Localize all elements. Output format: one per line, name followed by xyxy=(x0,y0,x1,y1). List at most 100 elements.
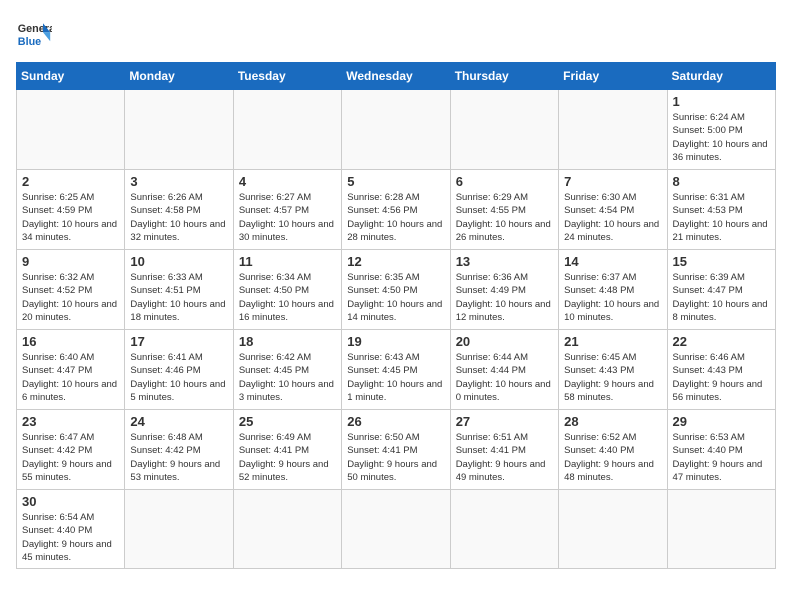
col-header-friday: Friday xyxy=(559,63,667,90)
day-number: 2 xyxy=(22,174,119,189)
day-number: 19 xyxy=(347,334,444,349)
calendar-cell: 12Sunrise: 6:35 AM Sunset: 4:50 PM Dayli… xyxy=(342,250,450,330)
day-info: Sunrise: 6:52 AM Sunset: 4:40 PM Dayligh… xyxy=(564,431,661,484)
day-number: 4 xyxy=(239,174,336,189)
day-info: Sunrise: 6:32 AM Sunset: 4:52 PM Dayligh… xyxy=(22,271,119,324)
day-number: 8 xyxy=(673,174,770,189)
calendar-week-2: 2 Sunrise: 6:25 AM Sunset: 4:59 PM Daylig… xyxy=(17,170,776,250)
calendar-cell: 2 Sunrise: 6:25 AM Sunset: 4:59 PM Daylig… xyxy=(17,170,125,250)
day-number: 6 xyxy=(456,174,553,189)
day-number: 7 xyxy=(564,174,661,189)
calendar-cell xyxy=(559,90,667,170)
day-info: Sunrise: 6:50 AM Sunset: 4:41 PM Dayligh… xyxy=(347,431,444,484)
calendar-cell: 15 Sunrise: 6:39 AM Sunset: 4:47 PM Dayli… xyxy=(667,250,775,330)
day-info: Sunrise: 6:30 AM Sunset: 4:54 PM Dayligh… xyxy=(564,191,661,244)
calendar-cell xyxy=(559,490,667,569)
calendar-week-1: 1Sunrise: 6:24 AM Sunset: 5:00 PM Daylig… xyxy=(17,90,776,170)
calendar-cell: 28 Sunrise: 6:52 AM Sunset: 4:40 PM Dayli… xyxy=(559,410,667,490)
calendar-cell: 22 Sunrise: 6:46 AM Sunset: 4:43 PM Dayli… xyxy=(667,330,775,410)
col-header-sunday: Sunday xyxy=(17,63,125,90)
day-info: Sunrise: 6:34 AM Sunset: 4:50 PM Dayligh… xyxy=(239,271,336,324)
calendar-week-5: 23 Sunrise: 6:47 AM Sunset: 4:42 PM Dayli… xyxy=(17,410,776,490)
day-info: Sunrise: 6:48 AM Sunset: 4:42 PM Dayligh… xyxy=(130,431,227,484)
day-number: 13 xyxy=(456,254,553,269)
calendar-cell: 10 Sunrise: 6:33 AM Sunset: 4:51 PM Dayli… xyxy=(125,250,233,330)
day-info: Sunrise: 6:33 AM Sunset: 4:51 PM Dayligh… xyxy=(130,271,227,324)
day-number: 16 xyxy=(22,334,119,349)
calendar-cell: 8 Sunrise: 6:31 AM Sunset: 4:53 PM Daylig… xyxy=(667,170,775,250)
calendar-week-6: 30Sunrise: 6:54 AM Sunset: 4:40 PM Dayli… xyxy=(17,490,776,569)
col-header-saturday: Saturday xyxy=(667,63,775,90)
day-number: 22 xyxy=(673,334,770,349)
col-header-thursday: Thursday xyxy=(450,63,558,90)
calendar-cell: 16 Sunrise: 6:40 AM Sunset: 4:47 PM Dayli… xyxy=(17,330,125,410)
calendar-cell xyxy=(342,490,450,569)
day-number: 21 xyxy=(564,334,661,349)
calendar-cell: 19 Sunrise: 6:43 AM Sunset: 4:45 PM Dayli… xyxy=(342,330,450,410)
calendar-cell: 20Sunrise: 6:44 AM Sunset: 4:44 PM Dayli… xyxy=(450,330,558,410)
day-info: Sunrise: 6:27 AM Sunset: 4:57 PM Dayligh… xyxy=(239,191,336,244)
day-info: Sunrise: 6:31 AM Sunset: 4:53 PM Dayligh… xyxy=(673,191,770,244)
calendar-cell xyxy=(125,90,233,170)
calendar-cell: 7 Sunrise: 6:30 AM Sunset: 4:54 PM Daylig… xyxy=(559,170,667,250)
day-info: Sunrise: 6:41 AM Sunset: 4:46 PM Dayligh… xyxy=(130,351,227,404)
day-info: Sunrise: 6:25 AM Sunset: 4:59 PM Dayligh… xyxy=(22,191,119,244)
calendar-cell: 26Sunrise: 6:50 AM Sunset: 4:41 PM Dayli… xyxy=(342,410,450,490)
calendar-cell: 1Sunrise: 6:24 AM Sunset: 5:00 PM Daylig… xyxy=(667,90,775,170)
calendar-cell: 29Sunrise: 6:53 AM Sunset: 4:40 PM Dayli… xyxy=(667,410,775,490)
day-info: Sunrise: 6:45 AM Sunset: 4:43 PM Dayligh… xyxy=(564,351,661,404)
calendar-cell xyxy=(342,90,450,170)
day-info: Sunrise: 6:46 AM Sunset: 4:43 PM Dayligh… xyxy=(673,351,770,404)
day-number: 25 xyxy=(239,414,336,429)
day-number: 20 xyxy=(456,334,553,349)
day-number: 15 xyxy=(673,254,770,269)
day-number: 11 xyxy=(239,254,336,269)
day-number: 23 xyxy=(22,414,119,429)
logo: General Blue xyxy=(16,16,52,52)
day-info: Sunrise: 6:36 AM Sunset: 4:49 PM Dayligh… xyxy=(456,271,553,324)
day-info: Sunrise: 6:54 AM Sunset: 4:40 PM Dayligh… xyxy=(22,511,119,564)
day-number: 10 xyxy=(130,254,227,269)
day-number: 5 xyxy=(347,174,444,189)
calendar-cell: 4 Sunrise: 6:27 AM Sunset: 4:57 PM Daylig… xyxy=(233,170,341,250)
calendar-cell: 5Sunrise: 6:28 AM Sunset: 4:56 PM Daylig… xyxy=(342,170,450,250)
col-header-tuesday: Tuesday xyxy=(233,63,341,90)
calendar-cell: 18Sunrise: 6:42 AM Sunset: 4:45 PM Dayli… xyxy=(233,330,341,410)
calendar-cell xyxy=(125,490,233,569)
day-number: 28 xyxy=(564,414,661,429)
page-header: General Blue xyxy=(16,16,776,52)
logo-icon: General Blue xyxy=(16,16,52,52)
day-number: 9 xyxy=(22,254,119,269)
calendar-cell: 13 Sunrise: 6:36 AM Sunset: 4:49 PM Dayli… xyxy=(450,250,558,330)
calendar-cell: 27Sunrise: 6:51 AM Sunset: 4:41 PM Dayli… xyxy=(450,410,558,490)
calendar-week-4: 16 Sunrise: 6:40 AM Sunset: 4:47 PM Dayli… xyxy=(17,330,776,410)
calendar-cell: 30Sunrise: 6:54 AM Sunset: 4:40 PM Dayli… xyxy=(17,490,125,569)
day-info: Sunrise: 6:29 AM Sunset: 4:55 PM Dayligh… xyxy=(456,191,553,244)
calendar-cell xyxy=(667,490,775,569)
calendar-cell: 9 Sunrise: 6:32 AM Sunset: 4:52 PM Daylig… xyxy=(17,250,125,330)
day-info: Sunrise: 6:43 AM Sunset: 4:45 PM Dayligh… xyxy=(347,351,444,404)
col-header-wednesday: Wednesday xyxy=(342,63,450,90)
day-info: Sunrise: 6:40 AM Sunset: 4:47 PM Dayligh… xyxy=(22,351,119,404)
day-number: 29 xyxy=(673,414,770,429)
calendar-cell xyxy=(233,90,341,170)
day-number: 12 xyxy=(347,254,444,269)
calendar-table: SundayMondayTuesdayWednesdayThursdayFrid… xyxy=(16,62,776,569)
calendar-cell: 23 Sunrise: 6:47 AM Sunset: 4:42 PM Dayli… xyxy=(17,410,125,490)
day-number: 27 xyxy=(456,414,553,429)
day-number: 24 xyxy=(130,414,227,429)
calendar-cell: 25Sunrise: 6:49 AM Sunset: 4:41 PM Dayli… xyxy=(233,410,341,490)
day-info: Sunrise: 6:47 AM Sunset: 4:42 PM Dayligh… xyxy=(22,431,119,484)
day-info: Sunrise: 6:39 AM Sunset: 4:47 PM Dayligh… xyxy=(673,271,770,324)
svg-text:Blue: Blue xyxy=(18,36,41,48)
calendar-cell xyxy=(450,490,558,569)
calendar-cell xyxy=(17,90,125,170)
calendar-cell: 11 Sunrise: 6:34 AM Sunset: 4:50 PM Dayli… xyxy=(233,250,341,330)
day-info: Sunrise: 6:42 AM Sunset: 4:45 PM Dayligh… xyxy=(239,351,336,404)
day-info: Sunrise: 6:37 AM Sunset: 4:48 PM Dayligh… xyxy=(564,271,661,324)
calendar-week-3: 9 Sunrise: 6:32 AM Sunset: 4:52 PM Daylig… xyxy=(17,250,776,330)
calendar-cell: 21 Sunrise: 6:45 AM Sunset: 4:43 PM Dayli… xyxy=(559,330,667,410)
calendar-cell: 6 Sunrise: 6:29 AM Sunset: 4:55 PM Daylig… xyxy=(450,170,558,250)
day-number: 3 xyxy=(130,174,227,189)
calendar-cell xyxy=(450,90,558,170)
